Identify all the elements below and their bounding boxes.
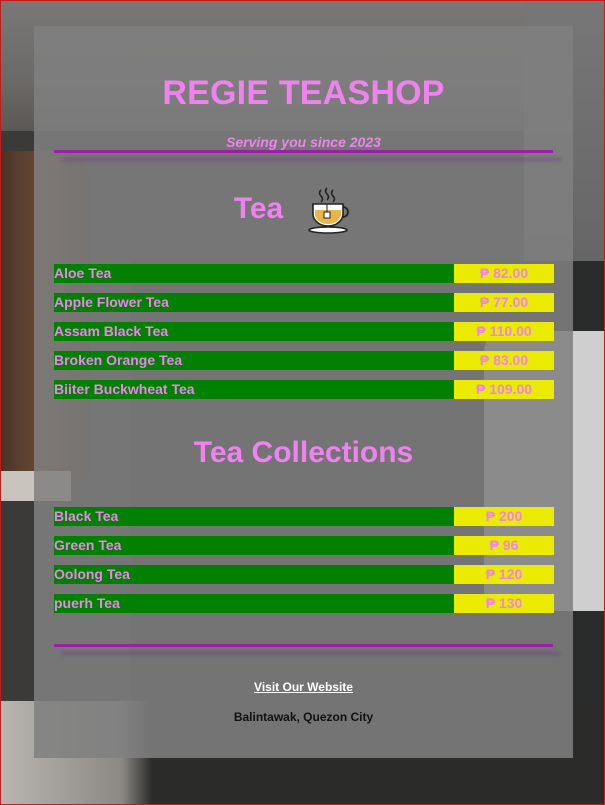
menu-row: Oolong Tea ₱ 120 xyxy=(54,565,554,584)
item-price: ₱ 110.00 xyxy=(454,322,554,341)
menu-row: Black Tea ₱ 200 xyxy=(54,507,554,526)
tea-cup-icon xyxy=(308,187,349,234)
menu-row: Biiter Buckwheat Tea ₱ 109.00 xyxy=(54,380,554,399)
item-name: Aloe Tea xyxy=(54,264,454,283)
tea-menu-list: Aloe Tea ₱ 82.00 Apple Flower Tea ₱ 77.0… xyxy=(54,264,554,409)
shop-title: REGIE TEASHOP xyxy=(162,74,445,112)
section-title-tea-collections: Tea Collections xyxy=(193,436,414,469)
item-name: Biiter Buckwheat Tea xyxy=(54,380,454,399)
menu-row: Apple Flower Tea ₱ 77.00 xyxy=(54,293,554,312)
menu-row: Assam Black Tea ₱ 110.00 xyxy=(54,322,554,341)
shop-subtitle: Serving you since 2023 xyxy=(226,134,381,150)
item-name: Apple Flower Tea xyxy=(54,293,454,312)
tea-collections-list: Black Tea ₱ 200 Green Tea ₱ 96 Oolong Te… xyxy=(54,507,554,623)
menu-row: Green Tea ₱ 96 xyxy=(54,536,554,555)
item-price: ₱ 120 xyxy=(454,565,554,584)
item-price: ₱ 96 xyxy=(454,536,554,555)
menu-card: REGIE TEASHOP Serving you since 2023 Tea… xyxy=(34,26,573,758)
item-price: ₱ 200 xyxy=(454,507,554,526)
visit-website-link[interactable]: Visit Our Website xyxy=(34,680,573,694)
menu-row: Broken Orange Tea ₱ 83.00 xyxy=(54,351,554,370)
bottom-divider xyxy=(54,644,553,647)
top-divider xyxy=(54,150,553,153)
item-price: ₱ 109.00 xyxy=(454,380,554,399)
item-name: Broken Orange Tea xyxy=(54,351,454,370)
shop-address: Balintawak, Quezon City xyxy=(233,710,374,724)
item-name: puerh Tea xyxy=(54,594,454,613)
item-name: Green Tea xyxy=(54,536,454,555)
section-title-tea: Tea xyxy=(233,192,284,225)
item-price: ₱ 83.00 xyxy=(454,351,554,370)
item-price: ₱ 82.00 xyxy=(454,264,554,283)
item-name: Black Tea xyxy=(54,507,454,526)
item-name: Assam Black Tea xyxy=(54,322,454,341)
item-price: ₱ 130 xyxy=(454,594,554,613)
menu-row: Aloe Tea ₱ 82.00 xyxy=(54,264,554,283)
item-price: ₱ 77.00 xyxy=(454,293,554,312)
item-name: Oolong Tea xyxy=(54,565,454,584)
menu-row: puerh Tea ₱ 130 xyxy=(54,594,554,613)
